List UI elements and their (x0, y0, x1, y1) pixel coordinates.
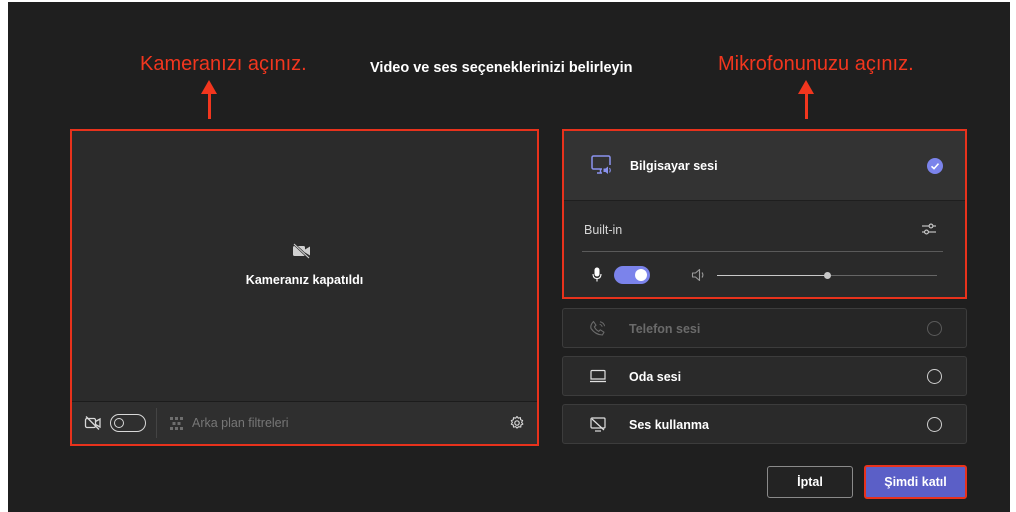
cancel-button[interactable]: İptal (767, 466, 853, 498)
speaker-volume-slider[interactable] (717, 272, 937, 279)
camera-annotation-arrow (208, 92, 211, 119)
microphone-toggle[interactable] (614, 266, 650, 284)
gear-icon[interactable] (509, 415, 525, 431)
camera-preview: Kameranız kapatıldı (72, 131, 537, 401)
room-audio-option[interactable]: Oda sesi (562, 356, 967, 396)
divider (156, 408, 157, 438)
background-effects-icon (170, 417, 183, 430)
microphone-annotation-arrow (805, 92, 808, 119)
camera-annotation: Kameranızı açınız. (140, 53, 307, 75)
computer-audio-label: Bilgisayar sesi (630, 159, 718, 173)
phone-audio-icon (590, 320, 606, 336)
camera-toggle[interactable] (110, 414, 146, 432)
computer-audio-option[interactable]: Bilgisayar sesi Built-in (562, 129, 967, 299)
phone-audio-radio (927, 321, 942, 336)
camera-controls-bar: Arka plan filtreleri (72, 401, 537, 444)
meeting-prejoin-screen: Kameranızı açınız. Video ve ses seçenekl… (8, 2, 1010, 512)
room-audio-icon (590, 369, 606, 383)
volume-fill (717, 275, 827, 276)
room-audio-radio[interactable] (927, 369, 942, 384)
camera-preview-panel: Kameranız kapatıldı Arka plan filtreleri (70, 129, 539, 446)
computer-audio-header[interactable]: Bilgisayar sesi (564, 131, 965, 201)
no-audio-icon (590, 417, 606, 432)
audio-device-select[interactable]: Built-in (584, 223, 622, 237)
microphone-annotation: Mikrofonunuzu açınız. (718, 53, 914, 75)
dialog-title: Video ve ses seçeneklerinizi belirleyin (370, 60, 633, 76)
background-filters-button[interactable]: Arka plan filtreleri (192, 416, 289, 430)
sliders-icon[interactable] (921, 221, 937, 237)
speaker-icon (691, 268, 704, 282)
checkmark-icon (927, 158, 943, 174)
phone-audio-option: Telefon sesi (562, 308, 967, 348)
join-now-button[interactable]: Şimdi katıl (864, 465, 967, 499)
phone-audio-label: Telefon sesi (629, 322, 701, 336)
computer-audio-icon (591, 155, 613, 175)
no-audio-option[interactable]: Ses kullanma (562, 404, 967, 444)
no-audio-radio[interactable] (927, 417, 942, 432)
microphone-icon (592, 267, 602, 282)
no-audio-label: Ses kullanma (629, 418, 709, 432)
video-off-icon (293, 243, 310, 259)
room-audio-label: Oda sesi (629, 370, 682, 384)
device-select-underline (582, 251, 943, 252)
video-off-icon (84, 416, 101, 430)
camera-off-message: Kameranız kapatıldı (245, 273, 364, 287)
volume-slider-thumb[interactable] (824, 272, 831, 279)
